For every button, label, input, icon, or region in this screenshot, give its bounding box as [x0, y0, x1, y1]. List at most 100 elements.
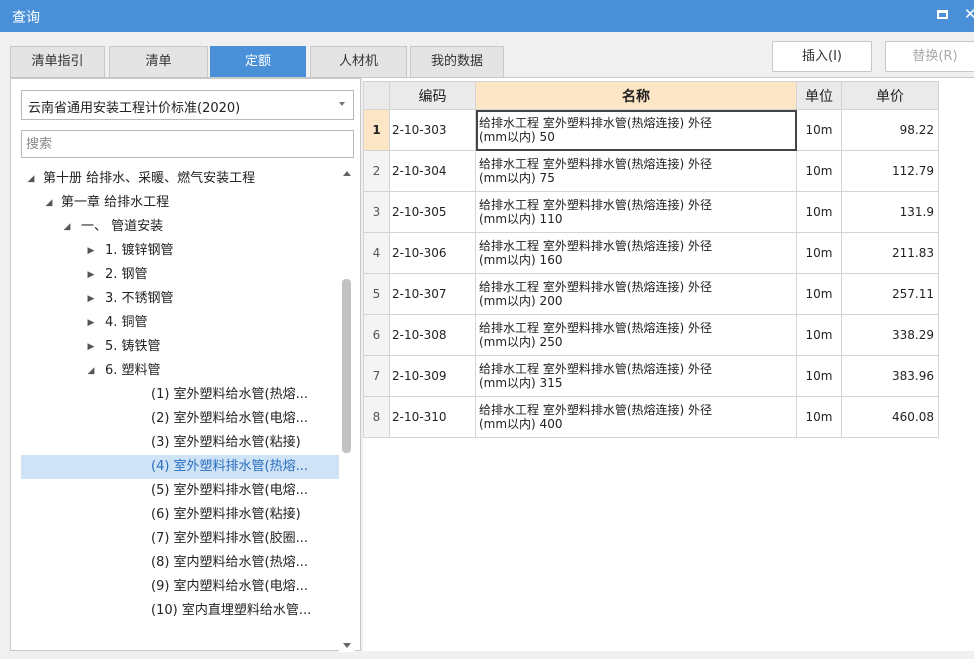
tree-leaf[interactable]: (3) 室外塑料给水管(粘接) [21, 431, 341, 455]
name-cell[interactable]: 给排水工程 室外塑料排水管(热熔连接) 外径 (mm以内) 160 [475, 232, 797, 274]
unit-cell[interactable]: 10m [796, 150, 842, 192]
code-cell[interactable]: 2-10-310 [389, 396, 476, 438]
name-cell[interactable]: 给排水工程 室外塑料排水管(热熔连接) 外径 (mm以内) 200 [475, 273, 797, 315]
table-row[interactable]: 8 2-10-310 给排水工程 室外塑料排水管(热熔连接) 外径 (mm以内) … [363, 396, 939, 438]
scroll-up-icon[interactable] [343, 171, 351, 176]
price-cell[interactable]: 257.11 [841, 273, 939, 315]
tree-node-label: 2. 钢管 [105, 267, 148, 282]
tab-list[interactable]: 清单 [109, 46, 208, 78]
price-cell[interactable]: 211.83 [841, 232, 939, 274]
tree-leaf[interactable]: (2) 室外塑料给水管(电熔... [21, 407, 341, 431]
price-cell[interactable]: 460.08 [841, 396, 939, 438]
tab-my-data[interactable]: 我的数据 [410, 46, 504, 78]
chevron-down-icon [339, 102, 345, 106]
tree-node[interactable]: ▶ 1. 镀锌钢管 [21, 239, 341, 263]
expand-toggle-icon[interactable]: ▶ [85, 239, 97, 263]
tree-node[interactable]: ◢ 6. 塑料管 [21, 359, 341, 383]
header-unit[interactable]: 单位 [796, 81, 842, 110]
table-row[interactable]: 4 2-10-306 给排水工程 室外塑料排水管(热熔连接) 外径 (mm以内) … [363, 232, 939, 274]
tree-leaf[interactable]: (8) 室内塑料给水管(热熔... [21, 551, 341, 575]
insert-button[interactable]: 插入(I) [772, 41, 872, 72]
tree-node[interactable]: ◢ 第一章 给排水工程 [21, 191, 341, 215]
unit-cell[interactable]: 10m [796, 396, 842, 438]
table-row[interactable]: 7 2-10-309 给排水工程 室外塑料排水管(热熔连接) 外径 (mm以内) … [363, 355, 939, 397]
unit-cell[interactable]: 10m [796, 191, 842, 233]
header-code[interactable]: 编码 [389, 81, 476, 110]
code-cell[interactable]: 2-10-308 [389, 314, 476, 356]
close-icon[interactable]: ✕ [964, 5, 974, 23]
expand-toggle-icon[interactable]: ◢ [61, 215, 73, 239]
expand-toggle-icon[interactable]: ▶ [85, 287, 97, 311]
header-price[interactable]: 单价 [841, 81, 939, 110]
maximize-icon[interactable] [937, 10, 948, 19]
code-cell[interactable]: 2-10-305 [389, 191, 476, 233]
expand-toggle-icon[interactable]: ◢ [43, 191, 55, 215]
tree-node[interactable]: ◢ 一、 管道安装 [21, 215, 341, 239]
tree-node[interactable]: ▶ 3. 不锈钢管 [21, 287, 341, 311]
name-line: (mm以内) 200 [479, 294, 563, 308]
tree-leaf-selected[interactable]: (4) 室外塑料排水管(热熔... [21, 455, 341, 479]
price-cell[interactable]: 131.9 [841, 191, 939, 233]
name-line: 给排水工程 室外塑料排水管(热熔连接) 外径 [479, 116, 712, 130]
table-row[interactable]: 2 2-10-304 给排水工程 室外塑料排水管(热熔连接) 外径 (mm以内) … [363, 150, 939, 192]
scroll-down-icon[interactable] [343, 643, 351, 648]
header-name[interactable]: 名称 [475, 81, 797, 110]
tree-node-label: 4. 铜管 [105, 315, 148, 330]
tree-node-label: (5) 室外塑料排水管(电熔... [151, 483, 309, 498]
tab-labor-material[interactable]: 人材机 [310, 46, 407, 78]
tab-quota[interactable]: 定额 [210, 46, 306, 78]
unit-cell[interactable]: 10m [796, 273, 842, 315]
tree-node[interactable]: ▶ 4. 铜管 [21, 311, 341, 335]
name-cell[interactable]: 给排水工程 室外塑料排水管(热熔连接) 外径 (mm以内) 110 [475, 191, 797, 233]
price-cell[interactable]: 338.29 [841, 314, 939, 356]
scrollbar-thumb[interactable] [342, 279, 351, 453]
table-row[interactable]: 1 2-10-303 给排水工程 室外塑料排水管(热熔连接) 外径 (mm以内) … [363, 109, 939, 151]
right-panel: 编码 名称 单位 单价 1 2-10-303 给排水工程 室外塑料排水管(热熔连… [363, 78, 974, 651]
unit-cell[interactable]: 10m [796, 355, 842, 397]
expand-toggle-icon[interactable]: ▶ [85, 311, 97, 335]
code-cell[interactable]: 2-10-307 [389, 273, 476, 315]
table-row[interactable]: 3 2-10-305 给排水工程 室外塑料排水管(热熔连接) 外径 (mm以内) … [363, 191, 939, 233]
tree-scrollbar[interactable] [339, 167, 355, 652]
table-header-row: 编码 名称 单位 单价 [363, 81, 939, 110]
code-cell[interactable]: 2-10-309 [389, 355, 476, 397]
tree-leaf[interactable]: (7) 室外塑料排水管(胶圈... [21, 527, 341, 551]
name-cell[interactable]: 给排水工程 室外塑料排水管(热熔连接) 外径 (mm以内) 50 [475, 109, 797, 151]
price-cell[interactable]: 383.96 [841, 355, 939, 397]
unit-cell[interactable]: 10m [796, 232, 842, 274]
replace-button[interactable]: 替换(R) [885, 41, 974, 72]
tree-node[interactable]: ▶ 2. 钢管 [21, 263, 341, 287]
expand-toggle-icon[interactable]: ▶ [85, 263, 97, 287]
expand-toggle-icon[interactable]: ◢ [85, 359, 97, 383]
expand-toggle-icon[interactable]: ▶ [85, 335, 97, 359]
tree-node[interactable]: ▶ 5. 铸铁管 [21, 335, 341, 359]
name-line: 给排水工程 室外塑料排水管(热熔连接) 外径 [479, 403, 712, 417]
tree-leaf[interactable]: (5) 室外塑料排水管(电熔... [21, 479, 341, 503]
chapter-tree: ◢ 第十册 给排水、采暖、燃气安装工程 ◢ 第一章 给排水工程 ◢ 一、 管道安装 ▶… [21, 167, 341, 652]
table-row[interactable]: 5 2-10-307 给排水工程 室外塑料排水管(热熔连接) 外径 (mm以内) … [363, 273, 939, 315]
name-line: (mm以内) 110 [479, 212, 563, 226]
header-index [363, 81, 390, 110]
unit-cell[interactable]: 10m [796, 109, 842, 151]
name-cell[interactable]: 给排水工程 室外塑料排水管(热熔连接) 外径 (mm以内) 250 [475, 314, 797, 356]
table-row[interactable]: 6 2-10-308 给排水工程 室外塑料排水管(热熔连接) 外径 (mm以内) … [363, 314, 939, 356]
code-cell[interactable]: 2-10-304 [389, 150, 476, 192]
price-cell[interactable]: 98.22 [841, 109, 939, 151]
tree-leaf[interactable]: (9) 室内塑料给水管(电熔... [21, 575, 341, 599]
name-cell[interactable]: 给排水工程 室外塑料排水管(热熔连接) 外径 (mm以内) 400 [475, 396, 797, 438]
name-cell[interactable]: 给排水工程 室外塑料排水管(热熔连接) 外径 (mm以内) 315 [475, 355, 797, 397]
tree-leaf[interactable]: (10) 室内直埋塑料给水管... [21, 599, 341, 623]
code-cell[interactable]: 2-10-306 [389, 232, 476, 274]
tree-leaf[interactable]: (1) 室外塑料给水管(热熔... [21, 383, 341, 407]
row-index: 1 [363, 109, 390, 151]
standard-select[interactable]: 云南省通用安装工程计价标准(2020) [21, 90, 354, 120]
tab-list-guide[interactable]: 清单指引 [10, 46, 105, 78]
search-input[interactable] [21, 130, 354, 158]
unit-cell[interactable]: 10m [796, 314, 842, 356]
price-cell[interactable]: 112.79 [841, 150, 939, 192]
code-cell[interactable]: 2-10-303 [389, 109, 476, 151]
tree-leaf[interactable]: (6) 室外塑料排水管(粘接) [21, 503, 341, 527]
tree-node[interactable]: ◢ 第十册 给排水、采暖、燃气安装工程 [21, 167, 341, 191]
expand-toggle-icon[interactable]: ◢ [25, 167, 37, 191]
name-cell[interactable]: 给排水工程 室外塑料排水管(热熔连接) 外径 (mm以内) 75 [475, 150, 797, 192]
